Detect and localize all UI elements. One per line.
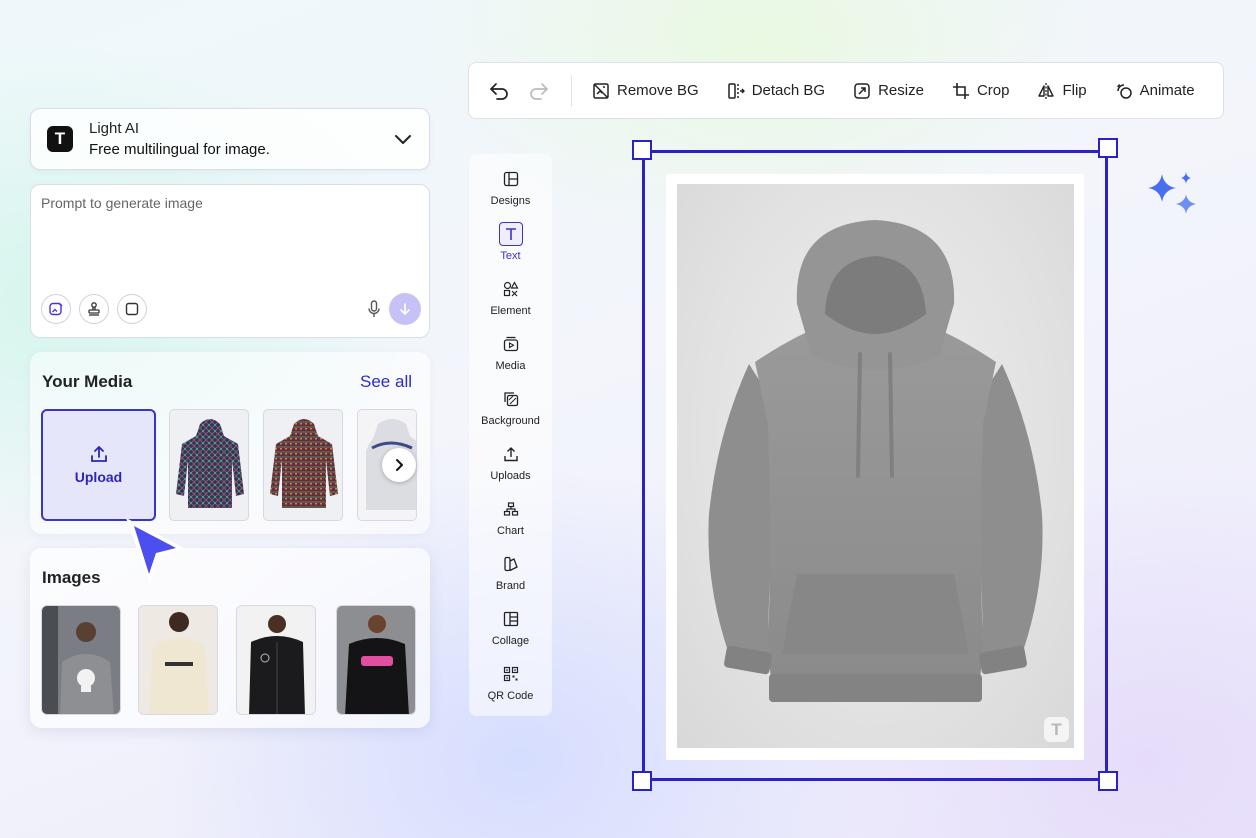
resize-handle-bottom-left[interactable] [632, 771, 652, 791]
flip-button[interactable]: Flip [1037, 82, 1087, 100]
media-thumb-dark-patterned-hoodie[interactable] [169, 409, 249, 521]
animate-button[interactable]: Animate [1115, 82, 1195, 100]
flip-label: Flip [1062, 82, 1087, 99]
aspect-ratio-button[interactable] [117, 294, 147, 324]
images-panel: Images [30, 548, 430, 728]
upload-button[interactable]: Upload [41, 409, 156, 521]
side-tool-text[interactable]: Text [469, 209, 552, 264]
model-selector[interactable]: T Light AI Free multilingual for image. [30, 108, 430, 170]
square-icon [125, 302, 139, 316]
side-tool-designs[interactable]: Designs [469, 154, 552, 209]
microphone-icon[interactable] [363, 298, 385, 320]
side-tool-element[interactable]: Element [469, 264, 552, 319]
detach-bg-label: Detach BG [751, 82, 826, 99]
canvas-hoodie-image[interactable] [677, 184, 1074, 748]
animate-icon [1116, 83, 1132, 99]
upload-icon [90, 446, 107, 462]
media-next-button[interactable] [382, 448, 416, 482]
side-tool-uploads[interactable]: Uploads [469, 429, 552, 484]
editor-toolbar: Remove BG Detach BG Resize Crop Flip Ani… [468, 62, 1224, 119]
redo-icon [530, 82, 548, 100]
remove-bg-button[interactable]: Remove BG [592, 82, 699, 100]
collage-icon [503, 611, 518, 627]
side-tool-collage[interactable]: Collage [469, 594, 552, 649]
image-thumb-black-zip-hoodie[interactable] [236, 605, 316, 715]
side-tool-chart[interactable]: Chart [469, 484, 552, 539]
brand-icon [503, 556, 518, 572]
media-thumb-red-patterned-hoodie[interactable] [263, 409, 343, 521]
resize-button[interactable]: Resize [853, 82, 924, 100]
crop-icon [952, 82, 969, 99]
animate-label: Animate [1139, 82, 1195, 99]
shapes-icon [503, 281, 519, 297]
toolbar-divider [571, 74, 572, 107]
watermark-logo: T [1044, 717, 1069, 742]
model-name: Light AI [89, 120, 140, 137]
upload-icon [503, 447, 518, 462]
resize-label: Resize [878, 82, 924, 99]
side-tool-media[interactable]: Media [469, 319, 552, 374]
undo-button[interactable] [487, 79, 511, 103]
image-thumb-black-graphic-hoodie[interactable] [336, 605, 416, 715]
remove-bg-icon [593, 82, 609, 99]
media-icon [503, 336, 518, 352]
cursor-pointer-icon [126, 518, 184, 584]
text-icon [505, 228, 516, 240]
sparkle-icon [1148, 172, 1196, 214]
your-media-panel: Your Media See all Upload [30, 352, 430, 534]
chevron-right-icon [396, 459, 403, 471]
upload-label: Upload [74, 469, 123, 485]
detach-bg-icon [727, 82, 745, 99]
undo-icon [490, 82, 508, 100]
resize-icon [854, 82, 870, 99]
images-title: Images [42, 568, 101, 587]
prompt-box [30, 184, 430, 338]
arrow-down-icon [400, 303, 410, 315]
resize-handle-top-right[interactable] [1098, 138, 1118, 158]
image-thumb-grey-skull-hoodie[interactable] [41, 605, 121, 715]
background-icon [503, 392, 518, 407]
detach-bg-button[interactable]: Detach BG [727, 82, 825, 100]
layout-icon [503, 171, 518, 187]
image-edit-icon [49, 302, 63, 316]
model-logo: T [47, 126, 73, 152]
resize-handle-bottom-right[interactable] [1098, 771, 1118, 791]
flip-icon [1038, 82, 1055, 99]
side-tool-qr-code[interactable]: QR Code [469, 649, 552, 704]
redo-button[interactable] [527, 79, 551, 103]
crop-button[interactable]: Crop [952, 82, 1010, 100]
side-tool-panel: Designs Text Element Media Background Up… [469, 154, 552, 716]
your-media-title: Your Media [42, 372, 133, 391]
crop-label: Crop [976, 82, 1010, 99]
model-description: Free multilingual for image. [89, 141, 270, 158]
chart-icon [503, 502, 518, 516]
stamp-icon [88, 302, 100, 316]
image-prompt-button[interactable] [41, 294, 71, 324]
prompt-input[interactable] [31, 185, 429, 285]
side-tool-brand[interactable]: Brand [469, 539, 552, 594]
see-all-link[interactable]: See all [360, 372, 412, 392]
qr-code-icon [503, 666, 518, 682]
chevron-down-icon[interactable] [393, 129, 413, 149]
style-button[interactable] [79, 294, 109, 324]
side-tool-background[interactable]: Background [469, 374, 552, 429]
generate-button[interactable] [389, 293, 421, 325]
image-thumb-cream-hoodie[interactable] [138, 605, 218, 715]
remove-bg-label: Remove BG [617, 82, 699, 99]
resize-handle-top-left[interactable] [632, 140, 652, 160]
